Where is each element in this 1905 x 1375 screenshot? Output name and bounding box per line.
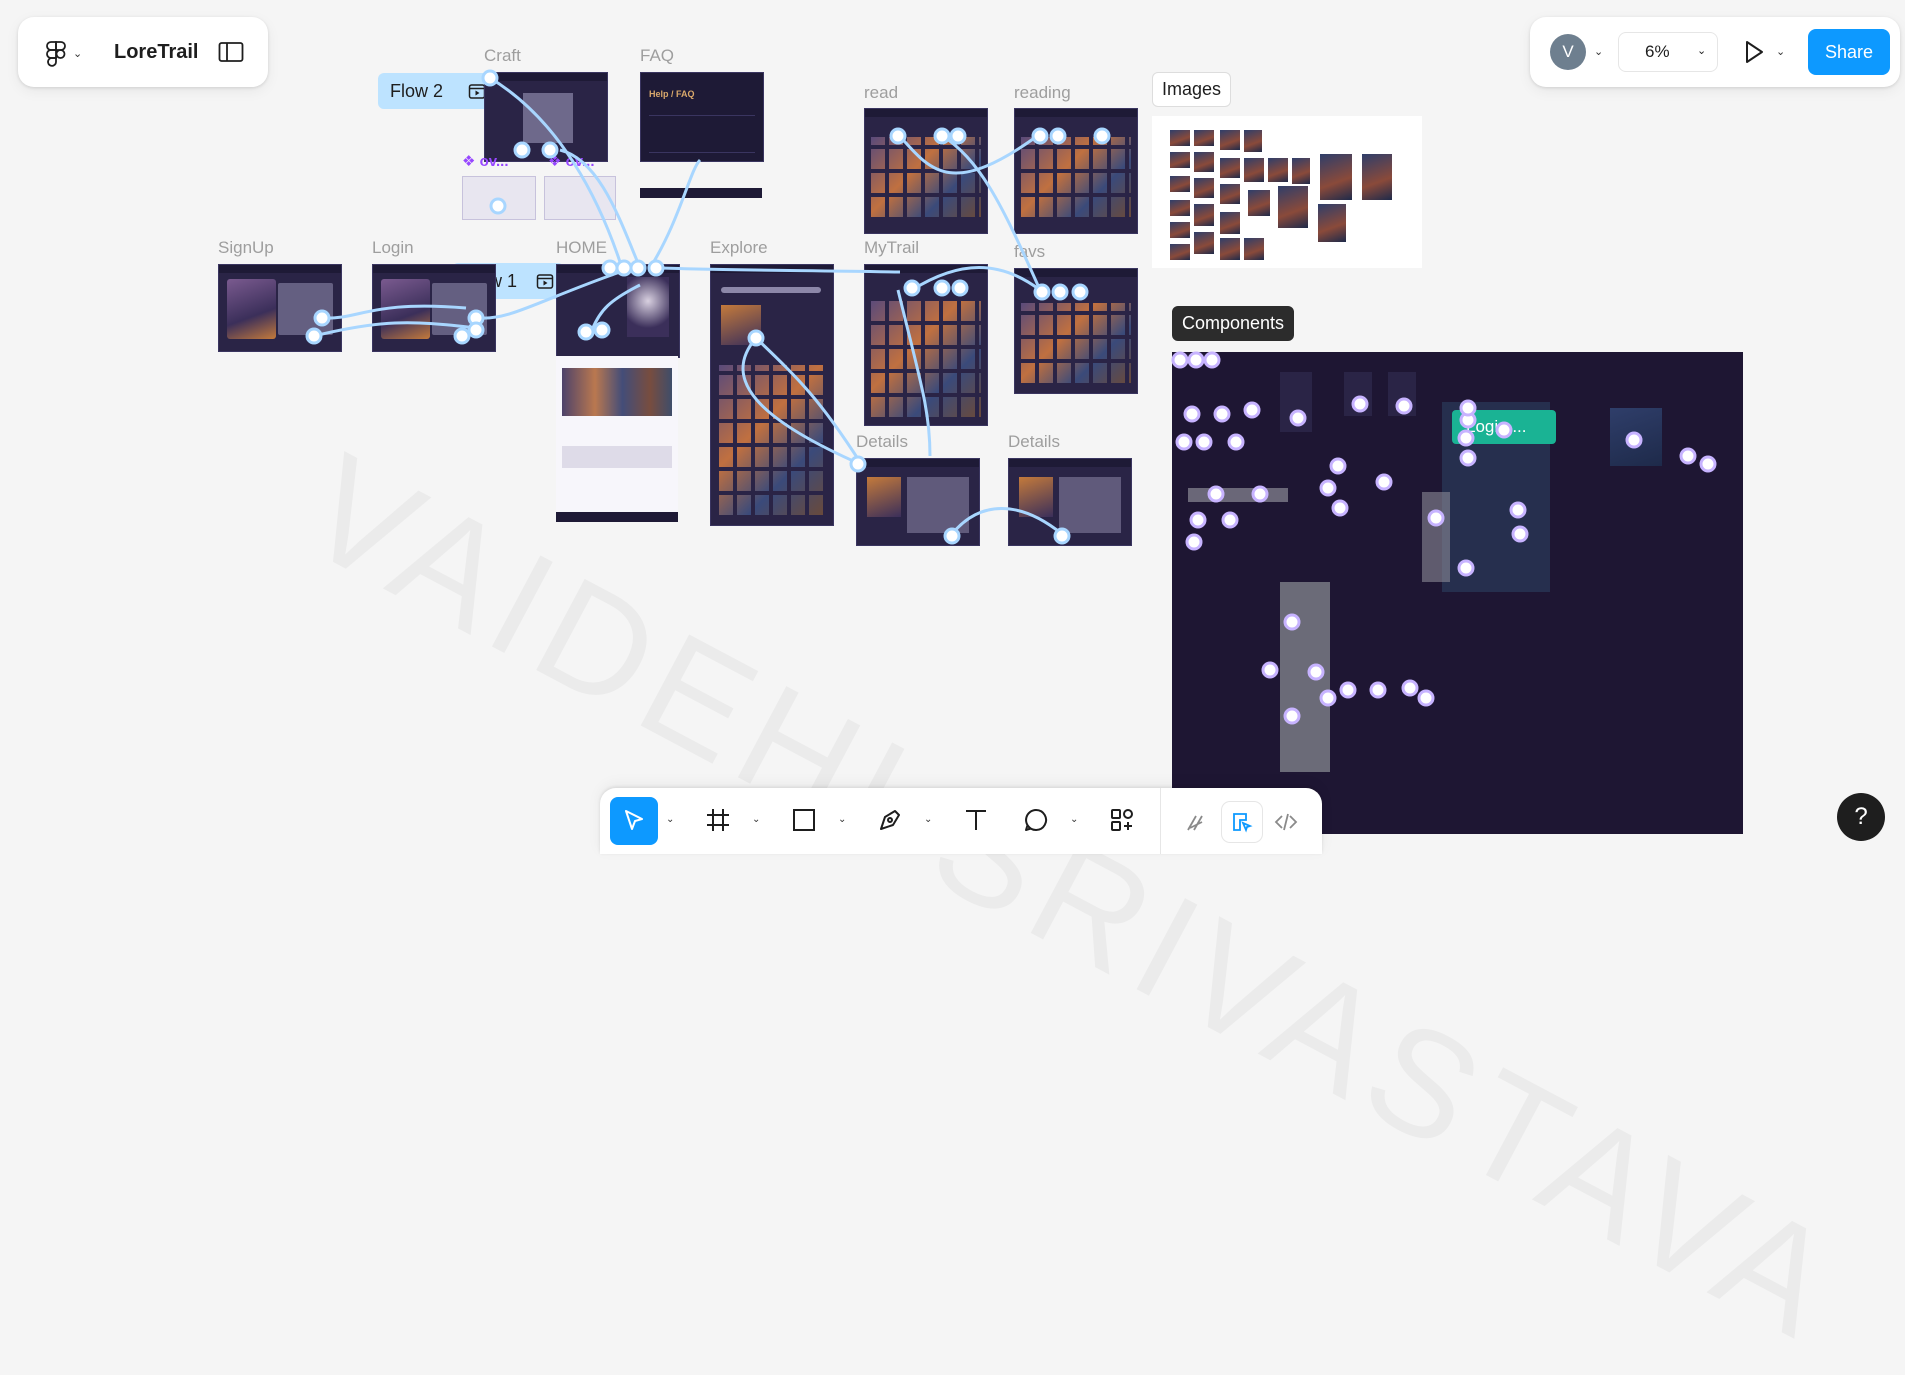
main-menu-icon[interactable] [44,41,68,67]
code-icon [1274,813,1298,831]
actions-icon [1111,809,1133,831]
draw-mode-button[interactable] [1176,802,1216,842]
top-right-toolbar: V ⌄ 6% ⌄ ⌄ Share [1530,17,1900,87]
dev-mode-button[interactable] [1266,802,1306,842]
cursor-icon [625,810,643,830]
comment-tool-button[interactable] [1018,802,1054,838]
rectangle-icon [793,809,815,831]
toolbar-divider [1160,788,1161,854]
design-icon [1233,813,1253,833]
chevron-down-icon[interactable]: ⌄ [838,814,846,825]
chevron-down-icon[interactable]: ⌄ [1776,45,1785,58]
draw-icon [1187,815,1203,831]
shape-tool-button[interactable] [786,802,822,838]
pen-icon [880,810,900,830]
bottom-toolbar: ⌄ ⌄ ⌄ ⌄ ⌄ [600,788,1322,854]
help-button[interactable]: ? [1837,793,1885,841]
prototype-connectors [305,69,1717,725]
chevron-down-icon[interactable]: ⌄ [73,47,82,60]
chevron-down-icon[interactable]: ⌄ [1070,814,1078,825]
zoom-value: 6% [1645,42,1670,61]
text-icon [966,810,986,830]
chevron-down-icon[interactable]: ⌄ [924,814,932,825]
actions-tool-button[interactable] [1104,802,1140,838]
frame-tool-button[interactable] [700,802,736,838]
file-name[interactable]: LoreTrail [114,41,198,64]
share-button[interactable]: Share [1808,29,1890,75]
text-tool-button[interactable] [958,802,994,838]
play-icon[interactable] [1742,39,1766,65]
zoom-dropdown[interactable]: 6% ⌄ [1618,32,1718,72]
chevron-down-icon[interactable]: ⌄ [1594,45,1603,58]
pen-tool-button[interactable] [872,802,908,838]
chevron-down-icon: ⌄ [1697,45,1707,57]
chevron-down-icon[interactable]: ⌄ [752,814,760,825]
design-mode-button[interactable] [1222,802,1262,842]
frame-icon [707,809,729,831]
move-tool-button[interactable] [610,797,658,845]
chevron-down-icon[interactable]: ⌄ [666,814,674,825]
sidebar-toggle-icon[interactable] [218,41,244,63]
comment-icon [1025,808,1048,831]
file-menu-pill: ⌄ LoreTrail [18,17,268,87]
avatar[interactable]: V [1550,34,1586,70]
